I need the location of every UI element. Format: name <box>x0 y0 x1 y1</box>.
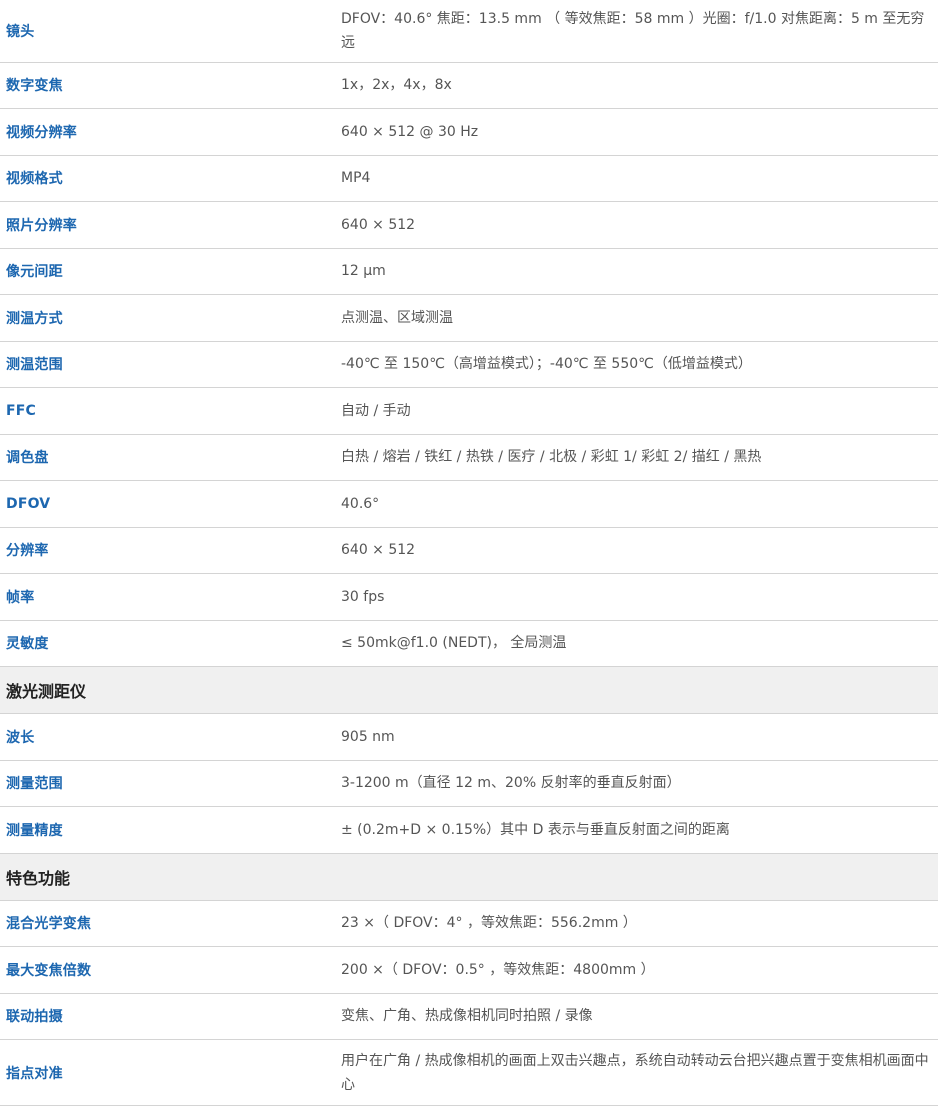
spec-row-palette: 调色盘 白热 / 熔岩 / 铁红 / 热铁 / 医疗 / 北极 / 彩虹 1/ … <box>0 434 938 481</box>
spec-row-measure-method: 测温方式 点测温、区域测温 <box>0 294 938 342</box>
spec-row-hybrid-zoom: 混合光学变焦 23 ×（ DFOV：4° ，等效焦距：556.2mm ） <box>0 900 938 947</box>
spec-value: 200 ×（ DFOV：0.5° ，等效焦距：4800mm ） <box>341 946 938 994</box>
spec-label: 像元间距 <box>0 248 341 295</box>
spec-value: 640 × 512 @ 30 Hz <box>341 108 938 156</box>
spec-label: 混合光学变焦 <box>0 900 341 947</box>
spec-row-digital-zoom: 数字变焦 1x，2x，4x，8x <box>0 62 938 109</box>
spec-value: 点测温、区域测温 <box>341 294 938 342</box>
spec-label: 视频格式 <box>0 155 341 202</box>
spec-row-photo-resolution: 照片分辨率 640 × 512 <box>0 201 938 249</box>
spec-label: 调色盘 <box>0 434 341 481</box>
spec-label: 数字变焦 <box>0 62 341 109</box>
spec-label: DFOV <box>0 480 341 528</box>
spec-table: 镜头 DFOV：40.6° 焦距：13.5 mm （ 等效焦距：58 mm ）光… <box>0 0 938 1106</box>
spec-row-laser-accuracy: 测量精度 ± (0.2m+D × 0.15%）其中 D 表示与垂直反射面之间的距… <box>0 806 938 854</box>
section-title: 激光测距仪 <box>0 666 938 714</box>
spec-row-ffc: FFC 自动 / 手动 <box>0 387 938 435</box>
spec-label: 灵敏度 <box>0 620 341 667</box>
spec-value: 12 μm <box>341 248 938 295</box>
section-title: 特色功能 <box>0 853 938 901</box>
spec-row-max-zoom: 最大变焦倍数 200 ×（ DFOV：0.5° ，等效焦距：4800mm ） <box>0 946 938 994</box>
spec-row-linked-capture: 联动拍摄 变焦、广角、热成像相机同时拍照 / 录像 <box>0 993 938 1040</box>
section-header-features: 特色功能 <box>0 853 938 901</box>
spec-label: 波长 <box>0 713 341 761</box>
spec-row-dfov: DFOV 40.6° <box>0 480 938 528</box>
spec-label: 照片分辨率 <box>0 201 341 249</box>
spec-row-laser-range: 测量范围 3-1200 m（直径 12 m、20% 反射率的垂直反射面） <box>0 760 938 807</box>
spec-value: 1x，2x，4x，8x <box>341 62 938 109</box>
spec-row-sensitivity: 灵敏度 ≤ 50mk@f1.0 (NEDT)， 全局测温 <box>0 620 938 667</box>
spec-label: 测量范围 <box>0 760 341 807</box>
spec-label: 测量精度 <box>0 806 341 854</box>
spec-value: MP4 <box>341 155 938 202</box>
spec-value: 640 × 512 <box>341 527 938 574</box>
spec-label: 联动拍摄 <box>0 993 341 1040</box>
spec-label: 视频分辨率 <box>0 108 341 156</box>
spec-value: 3-1200 m（直径 12 m、20% 反射率的垂直反射面） <box>341 760 938 807</box>
spec-row-frame-rate: 帧率 30 fps <box>0 573 938 621</box>
spec-value: DFOV：40.6° 焦距：13.5 mm （ 等效焦距：58 mm ）光圈：f… <box>341 0 938 63</box>
spec-row-resolution: 分辨率 640 × 512 <box>0 527 938 574</box>
spec-row-pixel-pitch: 像元间距 12 μm <box>0 248 938 295</box>
spec-row-video-resolution: 视频分辨率 640 × 512 @ 30 Hz <box>0 108 938 156</box>
spec-row-lens: 镜头 DFOV：40.6° 焦距：13.5 mm （ 等效焦距：58 mm ）光… <box>0 0 938 63</box>
spec-value: 40.6° <box>341 480 938 528</box>
spec-value: -40℃ 至 150℃（高增益模式）；-40℃ 至 550℃（低增益模式） <box>341 341 938 388</box>
spec-label: 镜头 <box>0 0 341 63</box>
spec-value: ± (0.2m+D × 0.15%）其中 D 表示与垂直反射面之间的距离 <box>341 806 938 854</box>
spec-value: ≤ 50mk@f1.0 (NEDT)， 全局测温 <box>341 620 938 667</box>
spec-value: 640 × 512 <box>341 201 938 249</box>
spec-label: FFC <box>0 387 341 435</box>
spec-row-measure-range: 测温范围 -40℃ 至 150℃（高增益模式）；-40℃ 至 550℃（低增益模… <box>0 341 938 388</box>
spec-label: 测温方式 <box>0 294 341 342</box>
spec-value: 自动 / 手动 <box>341 387 938 435</box>
spec-value: 白热 / 熔岩 / 铁红 / 热铁 / 医疗 / 北极 / 彩虹 1/ 彩虹 2… <box>341 434 938 481</box>
spec-row-point-align: 指点对准 用户在广角 / 热成像相机的画面上双击兴趣点，系统自动转动云台把兴趣点… <box>0 1039 938 1106</box>
spec-label: 指点对准 <box>0 1039 341 1106</box>
spec-value: 变焦、广角、热成像相机同时拍照 / 录像 <box>341 993 938 1040</box>
spec-label: 最大变焦倍数 <box>0 946 341 994</box>
spec-value: 用户在广角 / 热成像相机的画面上双击兴趣点，系统自动转动云台把兴趣点置于变焦相… <box>341 1039 938 1106</box>
spec-row-video-format: 视频格式 MP4 <box>0 155 938 202</box>
section-header-laser: 激光测距仪 <box>0 666 938 714</box>
spec-label: 分辨率 <box>0 527 341 574</box>
spec-value: 23 ×（ DFOV：4° ，等效焦距：556.2mm ） <box>341 900 938 947</box>
spec-label: 帧率 <box>0 573 341 621</box>
spec-value: 30 fps <box>341 573 938 621</box>
spec-label: 测温范围 <box>0 341 341 388</box>
spec-row-wavelength: 波长 905 nm <box>0 713 938 761</box>
spec-value: 905 nm <box>341 713 938 761</box>
